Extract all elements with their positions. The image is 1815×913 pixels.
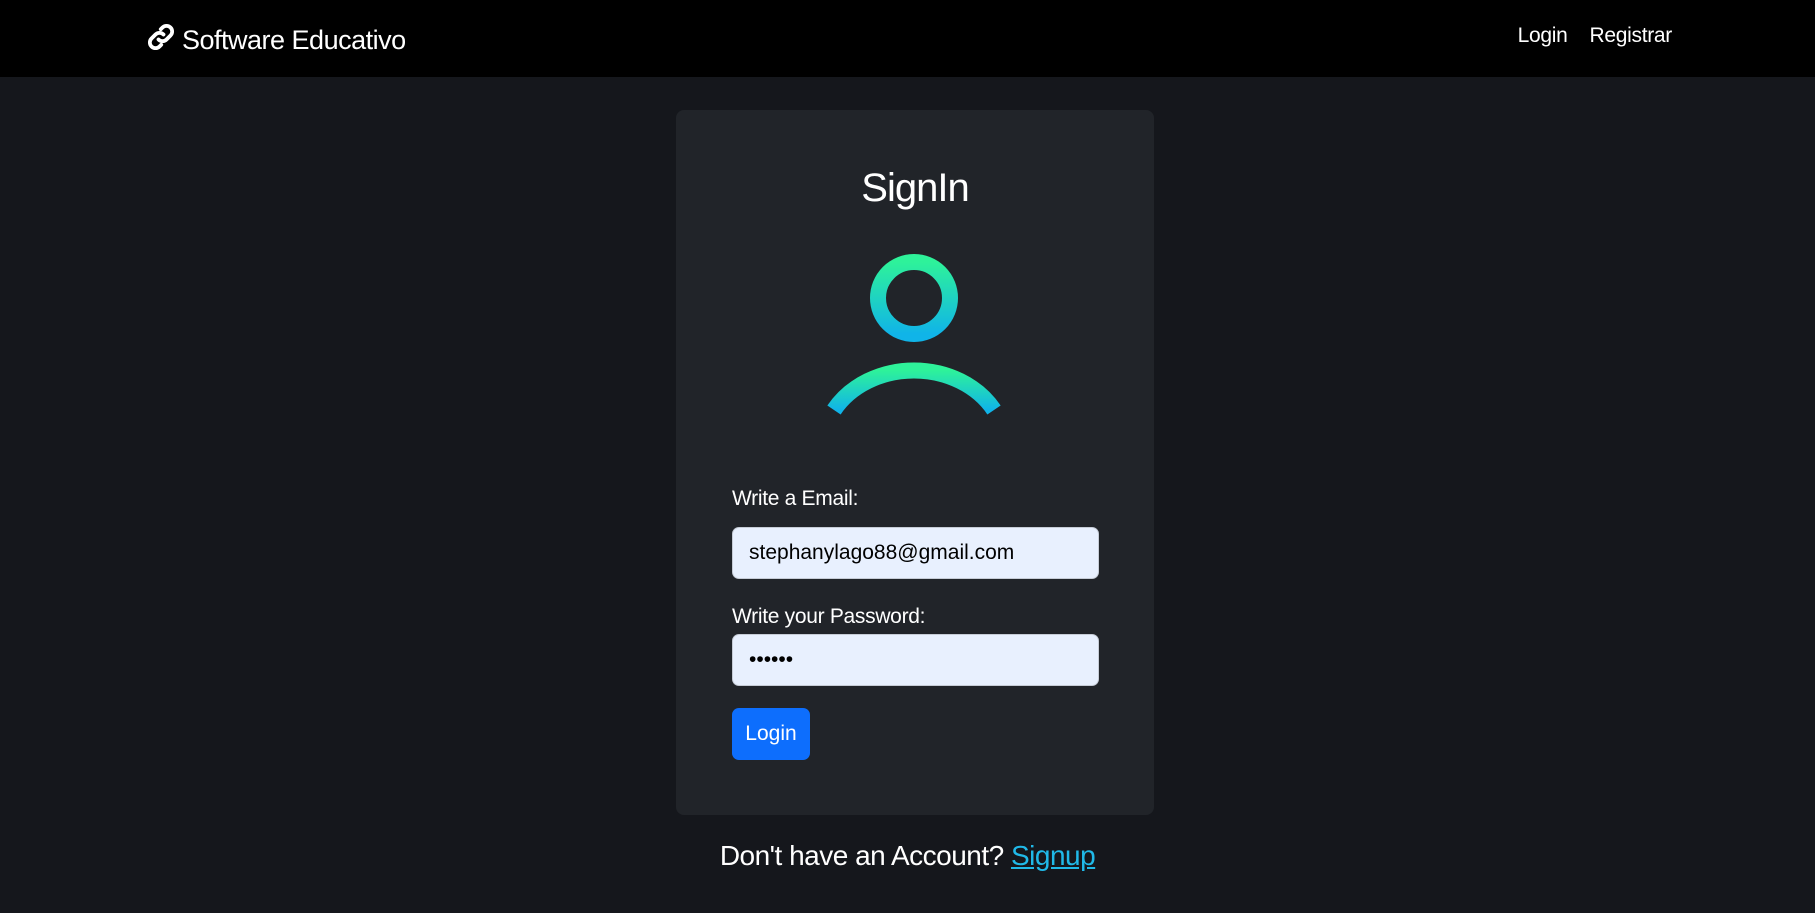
password-field[interactable] [732, 634, 1099, 686]
page-title: SignIn [861, 166, 969, 210]
nav-login-link[interactable]: Login [1518, 24, 1568, 48]
email-label: Write a Email: [732, 487, 859, 510]
signup-prompt-text: Don't have an Account? [719, 840, 1004, 871]
signup-link[interactable]: Signup [1011, 840, 1096, 871]
brand-name: Software Educativo [182, 24, 406, 55]
top-navbar: Software Educativo Login Registrar [0, 0, 1815, 77]
nav-register-link[interactable]: Registrar [1590, 24, 1673, 48]
login-button[interactable]: Login [732, 708, 810, 760]
signup-prompt: Don't have an Account? Signup [0, 840, 1815, 872]
nav-links: Login Registrar [1518, 24, 1673, 48]
user-icon [822, 241, 1006, 425]
signin-card: SignIn Write a Email: Write your Passwor… [676, 110, 1154, 815]
brand-link[interactable]: Software Educativo [146, 22, 406, 58]
password-label: Write your Password: [732, 605, 926, 628]
link-icon [146, 22, 176, 59]
email-field[interactable] [732, 527, 1099, 579]
